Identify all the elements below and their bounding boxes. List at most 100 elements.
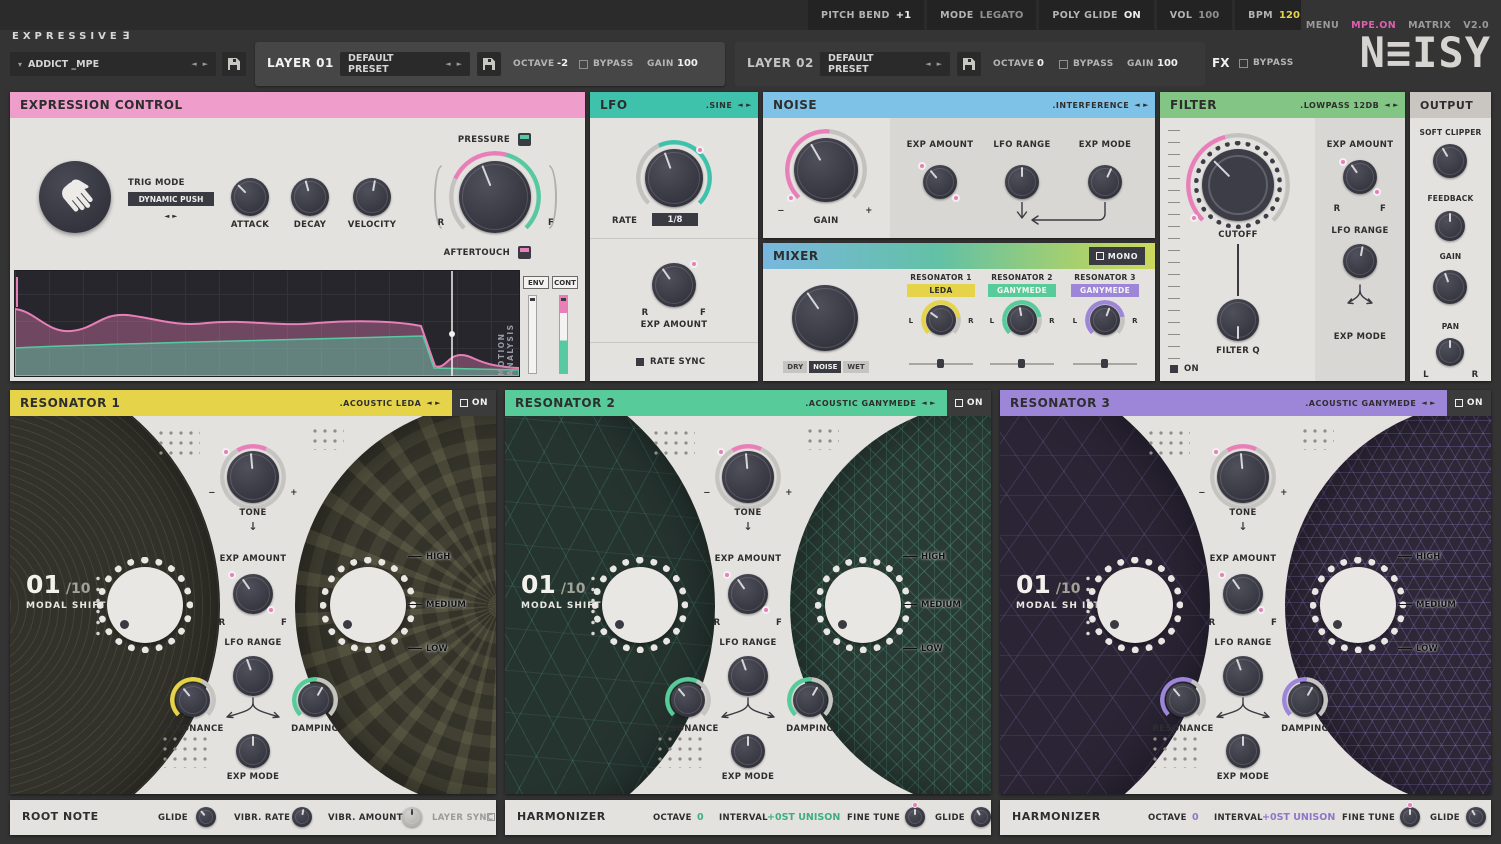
noise-mix-button[interactable]: NOISE — [809, 361, 842, 373]
dry-button[interactable]: DRY — [783, 361, 808, 373]
output-pan-knob[interactable] — [1436, 338, 1464, 366]
noise-exp-amount-knob[interactable] — [923, 165, 957, 199]
resonator-2-lfo-range-knob[interactable] — [728, 656, 768, 696]
mode-control[interactable]: MODE LEGATO — [927, 0, 1037, 30]
filter-type-value[interactable]: .LOWPASS 12DB — [1300, 101, 1379, 110]
channel-3-pan-knob[interactable] — [1085, 300, 1125, 340]
cont-slider[interactable] — [559, 295, 568, 374]
preset-prev-icon[interactable]: ◄ — [191, 60, 196, 68]
tab-layer-01[interactable]: LAYER 01 — [267, 56, 334, 70]
resonator-1-lfo-range-knob[interactable] — [233, 656, 273, 696]
channel-1-pan-knob[interactable] — [921, 300, 961, 340]
global-preset-save-button[interactable] — [222, 52, 246, 76]
cutoff-knob[interactable] — [1186, 133, 1290, 237]
tab-layer-02[interactable]: LAYER 02 — [747, 56, 814, 70]
resonator-3-type-swap-icon[interactable]: ◄ ► — [1421, 399, 1436, 407]
channel-2-level-handle[interactable] — [1018, 359, 1025, 368]
mode-value[interactable]: LEGATO — [980, 10, 1024, 21]
resonator-1-resonance-knob[interactable] — [170, 677, 216, 723]
resonator-2-type-swap-icon[interactable]: ◄ ► — [921, 399, 936, 407]
layer-2-preset-next-icon[interactable]: ► — [937, 60, 942, 68]
filter-exp-amount-knob[interactable] — [1343, 160, 1377, 194]
lfo-exp-amount-knob[interactable] — [652, 263, 696, 307]
bpm-value[interactable]: 120 — [1279, 10, 1300, 21]
resonator-3-damping-knob[interactable] — [1282, 677, 1328, 723]
harmonizer-2-octave-value[interactable]: 0 — [1192, 812, 1199, 823]
resonator-1-register-knob[interactable] — [320, 557, 416, 653]
layer-sync-checkbox[interactable] — [487, 813, 495, 821]
trig-mode-swap-icon[interactable]: ◄ ► — [155, 212, 187, 220]
poly-glide-control[interactable]: POLY GLIDE ON — [1039, 0, 1154, 30]
resonator-2-tone-knob[interactable] — [715, 444, 781, 510]
dry-wet-knob[interactable] — [792, 285, 858, 351]
lfo-wave-value[interactable]: .SINE — [706, 101, 732, 110]
layer-1-gain-value[interactable]: 100 — [677, 58, 698, 69]
vibr-amount-knob[interactable] — [402, 807, 422, 827]
resonator-2-resonance-knob[interactable] — [665, 677, 711, 723]
noise-exp-mode-knob[interactable] — [1088, 165, 1122, 199]
harmonizer-1-octave-value[interactable]: 0 — [697, 812, 704, 823]
harmonizer-2-fine-tune-knob[interactable] — [1400, 807, 1420, 827]
lfo-rate-knob[interactable] — [636, 140, 712, 216]
resonator-3-modal-shift-knob[interactable] — [1087, 557, 1183, 653]
layer-1-preset-prev-icon[interactable]: ◄ — [445, 60, 450, 68]
channel-2-model-value[interactable]: GANYMEDE — [988, 284, 1056, 297]
filter-lfo-range-knob[interactable] — [1343, 244, 1377, 278]
resonator-3-resonance-knob[interactable] — [1160, 677, 1206, 723]
trig-mode-hand-button[interactable] — [39, 161, 111, 233]
resonator-1-on-toggle[interactable]: ON — [452, 390, 496, 416]
layer-2-bypass-checkbox[interactable] — [1059, 60, 1068, 69]
resonator-1-type-swap-icon[interactable]: ◄ ► — [426, 399, 441, 407]
filter-q-knob[interactable] — [1217, 299, 1259, 341]
noise-gain-knob[interactable] — [785, 129, 867, 211]
resonator-1-exp-mode-knob[interactable] — [236, 734, 270, 768]
resonator-3-lfo-range-knob[interactable] — [1223, 656, 1263, 696]
harmonizer-1-glide-knob[interactable] — [971, 807, 991, 827]
layer-1-save-button[interactable] — [477, 52, 501, 76]
wet-button[interactable]: WET — [843, 361, 869, 373]
resonator-3-on-toggle[interactable]: ON — [1447, 390, 1491, 416]
pressure-toggle[interactable] — [518, 133, 531, 146]
lfo-wave-swap-icon[interactable]: ◄ ► — [737, 101, 752, 109]
resonator-2-modal-shift-knob[interactable] — [592, 557, 688, 653]
pressure-knob[interactable] — [449, 151, 541, 243]
harmonizer-1-fine-tune-knob[interactable] — [905, 807, 925, 827]
channel-1-model-value[interactable]: LEDA — [907, 284, 975, 297]
pitch-bend-control[interactable]: PITCH BEND +1 — [808, 0, 925, 30]
poly-glide-value[interactable]: ON — [1124, 10, 1141, 21]
layer-1-preset-next-icon[interactable]: ► — [457, 60, 462, 68]
preset-next-icon[interactable]: ► — [203, 60, 208, 68]
resonator-1-tone-knob[interactable] — [220, 444, 286, 510]
channel-2-pan-knob[interactable] — [1002, 300, 1042, 340]
channel-3-model-value[interactable]: GANYMEDE — [1071, 284, 1139, 297]
layer-2-octave-value[interactable]: 0 — [1037, 58, 1044, 69]
volume-control[interactable]: VOL 100 — [1156, 0, 1233, 30]
mono-toggle[interactable]: MONO — [1088, 247, 1145, 265]
noise-lfo-range-knob[interactable] — [1005, 165, 1039, 199]
volume-value[interactable]: 100 — [1198, 10, 1219, 21]
cont-display-button[interactable]: CONT — [552, 276, 578, 289]
layer-1-bypass-checkbox[interactable] — [579, 60, 588, 69]
rate-sync-checkbox[interactable] — [636, 358, 644, 366]
trig-mode-value-button[interactable]: DYNAMIC PUSH — [128, 192, 214, 206]
resonator-2-type-value[interactable]: .ACOUSTIC GANYMEDE — [805, 399, 916, 408]
menu-button[interactable]: MENU — [1306, 20, 1339, 31]
feedback-knob[interactable] — [1435, 211, 1465, 241]
channel-3-level-handle[interactable] — [1101, 359, 1108, 368]
channel-1-level-handle[interactable] — [937, 359, 944, 368]
env-display-button[interactable]: ENV — [523, 276, 549, 289]
resonator-3-type-value[interactable]: .ACOUSTIC GANYMEDE — [1305, 399, 1416, 408]
layer-2-preset-selector[interactable]: DEFAULT PRESET ◄ ► — [820, 52, 950, 76]
resonator-2-on-toggle[interactable]: ON — [947, 390, 991, 416]
resonator-1-type-value[interactable]: .ACOUSTIC LEDA — [340, 399, 422, 408]
root-glide-knob[interactable] — [196, 807, 216, 827]
attack-knob[interactable] — [231, 178, 269, 216]
harmonizer-2-glide-knob[interactable] — [1466, 807, 1486, 827]
filter-on-checkbox[interactable] — [1170, 365, 1178, 373]
filter-type-swap-icon[interactable]: ◄ ► — [1384, 101, 1399, 109]
resonator-3-register-knob[interactable] — [1310, 557, 1406, 653]
resonator-3-tone-knob[interactable] — [1210, 444, 1276, 510]
resonator-1-modal-shift-knob[interactable] — [97, 557, 193, 653]
resonator-3-exp-mode-knob[interactable] — [1226, 734, 1260, 768]
harmonizer-2-interval-value[interactable]: +0ST UNISON — [1262, 812, 1335, 823]
